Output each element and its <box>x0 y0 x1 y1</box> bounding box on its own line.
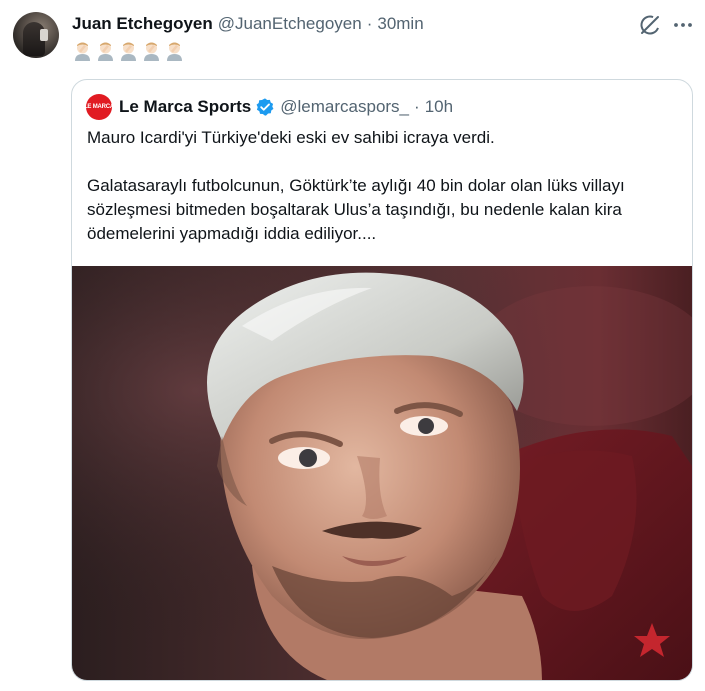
quoted-tweet-photo[interactable] <box>72 266 692 680</box>
display-name[interactable]: Juan Etchegoyen <box>72 14 213 34</box>
quoted-tweet-header: LE MARCA Le Marca Sports @lemarcaspors_ … <box>84 94 453 120</box>
user-handle[interactable]: @JuanEtchegoyen <box>218 14 362 34</box>
verified-badge-icon <box>256 98 274 116</box>
quoted-timestamp[interactable]: 10h <box>425 97 453 117</box>
separator-dot: · <box>366 14 373 33</box>
quoted-user-handle[interactable]: @lemarcaspors_ <box>280 97 409 117</box>
portrait-illustration <box>72 266 692 680</box>
tweet-header: Juan Etchegoyen @JuanEtchegoyen · 30min <box>72 13 424 35</box>
tweet[interactable]: Juan Etchegoyen @JuanEtchegoyen · 30min <box>0 0 705 691</box>
facepalm-emoji-icon <box>167 42 182 61</box>
avatar-phone <box>40 29 48 41</box>
facepalm-emoji-icon <box>144 42 159 61</box>
quoted-tweet-text: Mauro Icardi'yi Türkiye'deki eski ev sah… <box>87 128 625 243</box>
facepalm-emoji-icon <box>98 42 113 61</box>
quoted-display-name[interactable]: Le Marca Sports <box>119 97 251 117</box>
facepalm-emoji-icon <box>75 42 90 61</box>
quoted-avatar[interactable]: LE MARCA <box>84 94 114 120</box>
quoted-separator-dot: · <box>414 97 420 116</box>
more-icon[interactable] <box>670 12 696 38</box>
quoted-tweet[interactable]: LE MARCA Le Marca Sports @lemarcaspors_ … <box>71 79 693 681</box>
emoji-row <box>72 40 185 61</box>
facepalm-emoji-icon <box>121 42 136 61</box>
avatar[interactable] <box>13 12 59 58</box>
grok-icon[interactable] <box>637 12 663 38</box>
timestamp[interactable]: 30min <box>377 14 423 34</box>
